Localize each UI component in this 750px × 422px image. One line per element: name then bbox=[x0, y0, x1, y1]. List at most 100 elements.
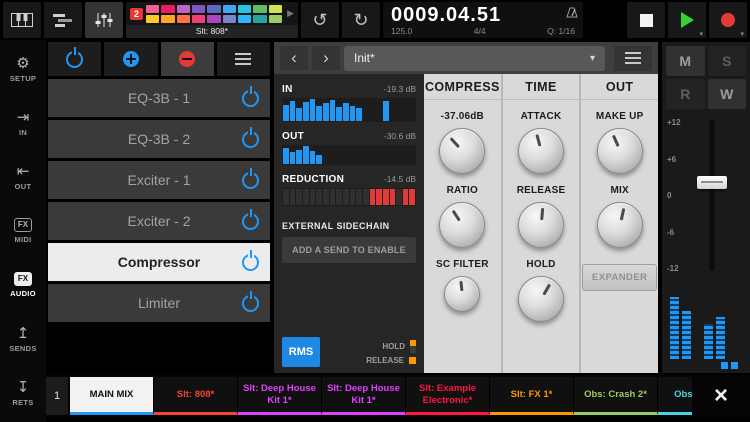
pattern-cell bbox=[238, 14, 252, 23]
pattern-play-icon[interactable]: ▶ bbox=[287, 8, 294, 19]
bank-index[interactable]: 1 bbox=[46, 377, 68, 415]
preset-next-button[interactable]: › bbox=[312, 46, 340, 70]
track-tab-5[interactable]: Slt: FX 1* bbox=[490, 377, 574, 415]
fader-scale: +12 +6 0 -6 -12 bbox=[667, 118, 681, 273]
sidebar-item-setup[interactable]: ⚙ SETUP bbox=[0, 42, 46, 96]
caret-down-icon: ▾ bbox=[699, 31, 703, 38]
song-position: 0009.04.51 bbox=[391, 3, 502, 26]
attack-label: ATTACK bbox=[520, 111, 562, 122]
metronome-icon[interactable] bbox=[566, 5, 578, 23]
hold-knob[interactable] bbox=[518, 276, 564, 322]
pattern-selector[interactable]: 2 ▶ Slt: 808* bbox=[126, 2, 298, 38]
make-up-label: MAKE UP bbox=[595, 111, 644, 122]
ratio-knob[interactable] bbox=[439, 202, 486, 248]
mix-knob[interactable] bbox=[596, 202, 643, 248]
fader-handle[interactable] bbox=[697, 176, 728, 190]
automation-write-button[interactable]: W bbox=[707, 79, 746, 109]
mixer-view-button[interactable] bbox=[85, 2, 123, 38]
track-tab-1[interactable]: Slt: 808* bbox=[154, 377, 238, 415]
undo-button[interactable]: ↺ bbox=[301, 2, 339, 38]
keyboard-view-button[interactable] bbox=[3, 2, 41, 38]
track-tab-2[interactable]: Slt: Deep House Kit 1* bbox=[238, 377, 322, 415]
sidebar-item-sends[interactable]: ↥ SENDS bbox=[0, 312, 46, 366]
preset-prev-button[interactable]: ‹ bbox=[280, 46, 308, 70]
preset-dropdown[interactable]: Init* ▾ bbox=[344, 45, 605, 71]
fx-slot-exciter-1[interactable]: Exciter - 1 bbox=[48, 161, 270, 199]
hamburger-icon bbox=[625, 52, 641, 64]
external-sidechain-label: EXTERNAL SIDECHAIN bbox=[282, 221, 390, 231]
clip-indicators bbox=[721, 362, 738, 369]
input-arrow-icon: ⇥ bbox=[16, 108, 30, 126]
input-level-meter bbox=[282, 98, 416, 122]
pattern-cell bbox=[222, 4, 237, 13]
solo-button[interactable]: S bbox=[707, 46, 746, 76]
power-icon[interactable] bbox=[242, 253, 259, 271]
automation-read-button[interactable]: R bbox=[666, 79, 705, 109]
track-tab-0[interactable]: MAIN MIX bbox=[70, 377, 154, 415]
release-label: RELEASE bbox=[516, 185, 566, 196]
power-icon[interactable] bbox=[242, 130, 259, 148]
redo-button[interactable]: ↻ bbox=[342, 2, 380, 38]
mixer-faders-icon bbox=[95, 13, 113, 27]
fx-slot-exciter-2[interactable]: Exciter - 2 bbox=[48, 202, 270, 240]
sc-filter-knob[interactable] bbox=[444, 276, 481, 312]
threshold-knob[interactable] bbox=[439, 128, 486, 174]
plugin-menu-button[interactable] bbox=[614, 45, 652, 71]
fx-slot-eq3b-1[interactable]: EQ-3B - 1 bbox=[48, 79, 270, 117]
time-signature[interactable]: 4/4 bbox=[474, 26, 486, 36]
pattern-cells bbox=[146, 4, 283, 23]
transport-time-display[interactable]: 0009.04.51 125.0 4/4 Q: 1/16 bbox=[383, 2, 583, 38]
preset-name: Init* bbox=[354, 51, 375, 65]
rms-mode-button[interactable]: RMS bbox=[282, 337, 320, 367]
output-level-meter bbox=[282, 145, 416, 165]
power-icon[interactable] bbox=[242, 89, 259, 107]
mute-button[interactable]: M bbox=[666, 46, 705, 76]
pattern-cell bbox=[207, 4, 221, 13]
track-tab-6[interactable]: Obs: Crash 2* bbox=[574, 377, 658, 415]
record-button[interactable]: ▾ bbox=[709, 2, 747, 38]
attack-knob[interactable] bbox=[518, 128, 564, 174]
daw-app: 2 ▶ Slt: 808* ↺ ↻ 0009.04.51 125.0 4/4 Q… bbox=[0, 0, 750, 422]
tempo-value[interactable]: 125.0 bbox=[391, 26, 412, 36]
close-icon: × bbox=[713, 382, 728, 409]
expander-button[interactable]: EXPANDER bbox=[582, 264, 658, 291]
play-button[interactable]: ▾ bbox=[668, 2, 706, 38]
sidebar-item-in[interactable]: ⇥ IN bbox=[0, 96, 46, 150]
fx-audio-icon: FX bbox=[13, 272, 33, 286]
fx-slot-compressor[interactable]: Compressor bbox=[48, 243, 270, 281]
release-knob[interactable] bbox=[518, 202, 564, 248]
out-meter-value: -30.6 dB bbox=[383, 131, 416, 141]
fx-add-button[interactable] bbox=[104, 42, 158, 76]
power-icon[interactable] bbox=[242, 171, 259, 189]
sidebar-item-audio[interactable]: FX AUDIO bbox=[0, 258, 46, 312]
track-tab-3[interactable]: Slt: Deep House Kit 1* bbox=[322, 377, 406, 415]
play-icon bbox=[680, 12, 694, 28]
track-tab-4[interactable]: Slt: Example Electronic* bbox=[406, 377, 490, 415]
fx-slot-eq3b-2[interactable]: EQ-3B - 2 bbox=[48, 120, 270, 158]
sidebar-item-rets[interactable]: ↧ RETS bbox=[0, 366, 46, 420]
fx-remove-button[interactable] bbox=[160, 42, 214, 76]
volume-fader[interactable]: +12 +6 0 -6 -12 bbox=[666, 116, 746, 275]
fx-midi-icon: FX bbox=[13, 218, 33, 232]
sequencer-view-button[interactable] bbox=[44, 2, 82, 38]
sends-icon: ↥ bbox=[16, 324, 30, 342]
stop-button[interactable] bbox=[627, 2, 665, 38]
compress-column: COMPRESS -37.06dB RATIO SC FILTER bbox=[424, 74, 501, 373]
power-icon[interactable] bbox=[242, 212, 259, 230]
sidebar-item-out[interactable]: ⇤ OUT bbox=[0, 150, 46, 204]
fx-menu-button[interactable] bbox=[216, 42, 270, 76]
piano-keyboard-icon bbox=[11, 13, 33, 27]
pattern-cell bbox=[161, 4, 175, 13]
fx-power-button[interactable] bbox=[48, 42, 102, 76]
make-up-knob[interactable] bbox=[596, 128, 643, 174]
power-icon[interactable] bbox=[242, 294, 259, 312]
sidebar-item-midi[interactable]: FX MIDI bbox=[0, 204, 46, 258]
out-meter-label: OUT bbox=[282, 131, 305, 142]
pattern-cell bbox=[161, 14, 175, 23]
quantize-value[interactable]: Q: 1/16 bbox=[547, 26, 575, 36]
add-send-button[interactable]: ADD A SEND TO ENABLE bbox=[282, 237, 416, 263]
close-mixer-button[interactable]: × bbox=[692, 375, 750, 417]
fx-slot-limiter[interactable]: Limiter bbox=[48, 284, 270, 322]
in-meter-label: IN bbox=[282, 84, 293, 95]
out-column: OUT MAKE UP MIX EXPANDER bbox=[579, 74, 659, 373]
